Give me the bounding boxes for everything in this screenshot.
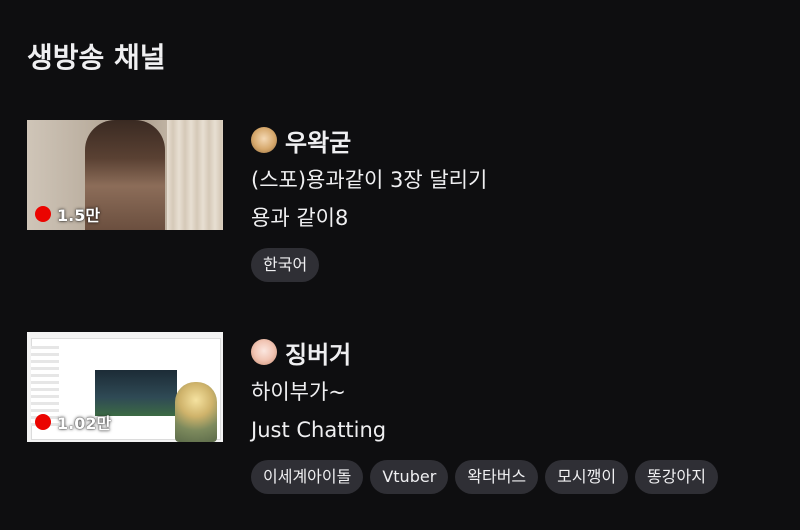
viewer-badge: 1.5만 <box>35 202 100 226</box>
streamer-name[interactable]: 우왁굳 <box>285 123 351 158</box>
channel-info: 우왁굳 (스포)용과같이 3장 달리기 용과 같이8 한국어 <box>251 120 787 282</box>
channel-card: 1.02만 징버거 하이부가~ Just Chatting 이세계아이돌 Vtu… <box>27 332 787 512</box>
tag-list: 한국어 <box>251 248 787 282</box>
streamer-avatar-icon[interactable] <box>251 127 277 153</box>
stream-category[interactable]: 용과 같이8 <box>251 202 787 234</box>
stream-title[interactable]: (스포)용과같이 3장 달리기 <box>251 164 787 196</box>
stream-thumbnail[interactable]: 1.02만 <box>27 332 223 442</box>
streamer-avatar-icon[interactable] <box>251 339 277 365</box>
stream-title[interactable]: 하이부가~ <box>251 376 787 408</box>
streamer-name[interactable]: 징버거 <box>285 335 351 370</box>
live-dot-icon <box>35 414 51 430</box>
tag-chip[interactable]: 모시깽이 <box>545 460 629 494</box>
stream-thumbnail[interactable]: 1.5만 <box>27 120 223 230</box>
channel-card: 1.5만 우왁굳 (스포)용과같이 3장 달리기 용과 같이8 한국어 <box>27 120 787 300</box>
streamer-row: 우왁굳 <box>251 120 787 160</box>
streamer-row: 징버거 <box>251 332 787 372</box>
viewer-count: 1.5만 <box>57 206 101 225</box>
thumbnail-curtain <box>167 120 223 230</box>
section-title: 생방송 채널 <box>27 41 166 74</box>
live-dot-icon <box>35 206 51 222</box>
tag-chip[interactable]: Vtuber <box>370 460 449 494</box>
tag-chip[interactable]: 한국어 <box>251 248 320 282</box>
viewer-badge: 1.02만 <box>35 410 111 434</box>
tag-chip[interactable]: 똥강아지 <box>635 460 718 494</box>
channel-info: 징버거 하이부가~ Just Chatting 이세계아이돌 Vtuber 왁타… <box>251 332 787 494</box>
viewer-count: 1.02만 <box>57 414 112 433</box>
stream-category[interactable]: Just Chatting <box>251 414 787 446</box>
tag-chip[interactable]: 이세계아이돌 <box>251 460 364 494</box>
tag-list: 이세계아이돌 Vtuber 왁타버스 모시깽이 똥강아지 <box>251 460 787 494</box>
thumbnail-character <box>175 382 217 442</box>
tag-chip[interactable]: 왁타버스 <box>455 460 539 494</box>
